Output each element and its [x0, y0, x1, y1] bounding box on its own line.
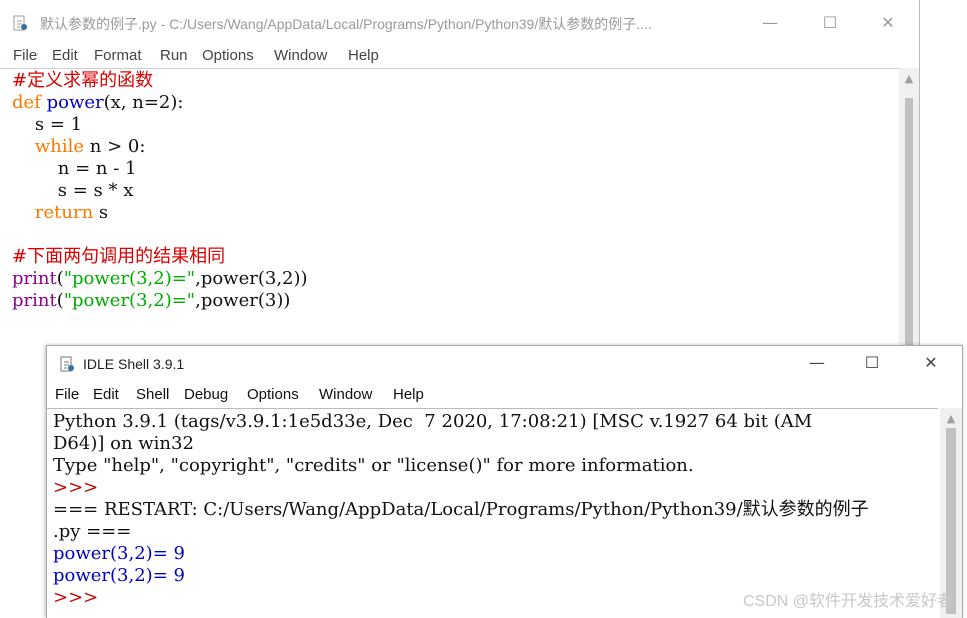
code-line: print("power(3,2)=",power(3)) — [12, 290, 291, 311]
editor-menubar: File Edit Format Run Options Window Help — [0, 44, 919, 68]
scroll-up-arrow-icon[interactable]: ▲ — [940, 412, 962, 425]
editor-maximize-button[interactable]: ☐ — [808, 8, 852, 38]
editor-menu-format[interactable]: Format — [94, 47, 142, 64]
shell-menubar: File Edit Shell Debug Options Window Hel… — [47, 383, 962, 407]
shell-prompt: >>> — [53, 587, 104, 608]
shell-menu-options[interactable]: Options — [247, 386, 299, 403]
shell-menu-window[interactable]: Window — [319, 386, 372, 403]
code-line: s = 1 — [12, 114, 83, 135]
code-line: while n > 0: — [34, 136, 146, 157]
python-idle-icon — [59, 356, 75, 372]
shell-prompt: >>> — [53, 477, 104, 498]
editor-minimize-button[interactable]: — — [748, 8, 792, 38]
watermark: CSDN @软件开发技术爱好者 — [742, 593, 953, 610]
shell-menu-file[interactable]: File — [55, 386, 79, 403]
scroll-up-arrow-icon[interactable]: ▲ — [899, 72, 919, 85]
shell-menu-shell[interactable]: Shell — [136, 386, 169, 403]
editor-menu-window[interactable]: Window — [274, 47, 327, 64]
shell-menu-edit[interactable]: Edit — [93, 386, 119, 403]
code-line: n = n - 1 — [12, 158, 137, 179]
python-file-icon — [12, 15, 28, 31]
code-line: return s — [34, 202, 109, 223]
shell-line: Type "help", "copyright", "credits" or "… — [53, 455, 694, 476]
shell-line: Python 3.9.1 (tags/v3.9.1:1e5d33e, Dec 7… — [53, 411, 813, 432]
shell-maximize-button[interactable]: ☐ — [850, 348, 894, 378]
shell-line: D64)] on win32 — [53, 433, 194, 454]
shell-title: IDLE Shell 3.9.1 — [83, 356, 185, 372]
shell-output-line: power(3,2)= 9 — [53, 565, 185, 586]
editor-close-button[interactable]: ✕ — [866, 8, 910, 38]
code-line: s = s * x — [12, 180, 134, 201]
code-line: print("power(3,2)=",power(3,2)) — [12, 268, 308, 289]
editor-titlebar[interactable]: 默认参数的例子.py - C:/Users/Wang/AppData/Local… — [0, 0, 919, 44]
shell-output-line: power(3,2)= 9 — [53, 543, 185, 564]
editor-menu-edit[interactable]: Edit — [52, 47, 78, 64]
shell-line: .py === — [53, 521, 132, 542]
code-line: #下面两句调用的结果相同 — [12, 246, 226, 267]
shell-menu-help[interactable]: Help — [393, 386, 424, 403]
editor-menu-run[interactable]: Run — [160, 47, 188, 64]
editor-menu-options[interactable]: Options — [202, 47, 254, 64]
shell-window: IDLE Shell 3.9.1 — ☐ ✕ File Edit Shell D… — [46, 345, 963, 618]
editor-title: 默认参数的例子.py - C:/Users/Wang/AppData/Local… — [40, 16, 652, 32]
editor-menu-help[interactable]: Help — [348, 47, 379, 64]
shell-minimize-button[interactable]: — — [795, 348, 839, 378]
editor-menu-file[interactable]: File — [13, 47, 37, 64]
shell-menu-debug[interactable]: Debug — [184, 386, 228, 403]
code-line: def power(x, n=2): — [12, 92, 184, 113]
code-line: #定义求幂的函数 — [12, 70, 154, 91]
shell-close-button[interactable]: ✕ — [909, 348, 953, 378]
shell-line: === RESTART: C:/Users/Wang/AppData/Local… — [53, 499, 869, 520]
